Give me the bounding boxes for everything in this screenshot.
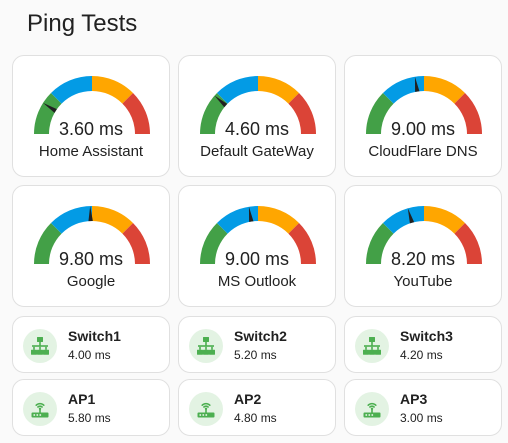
entity-card-switch1[interactable]: Switch1 4.00 ms xyxy=(12,316,170,373)
access-point-icon[interactable] xyxy=(189,392,223,426)
gauge-card-cloudflare-dns[interactable]: 9.00 ms CloudFlare DNS xyxy=(344,55,502,177)
gauge-value: 9.80 ms xyxy=(58,249,124,269)
entity-value: 4.00 ms xyxy=(68,348,111,362)
gauge-name: YouTube xyxy=(393,273,453,290)
entity-name: AP1 xyxy=(68,391,96,407)
entity-value: 4.80 ms xyxy=(234,411,277,425)
gauge-value: 9.00 ms xyxy=(224,249,290,269)
entity-card-switch2[interactable]: Switch2 5.20 ms xyxy=(178,316,336,373)
gauge-card-ms-outlook[interactable]: 9.00 ms MS Outlook xyxy=(178,185,336,307)
gauge-name: CloudFlare DNS xyxy=(368,143,478,160)
entity-name: Switch3 xyxy=(400,328,453,344)
entity-value: 4.20 ms xyxy=(400,348,443,362)
entity-value: 3.00 ms xyxy=(400,411,443,425)
entity-name: AP2 xyxy=(234,391,262,407)
page-title: Ping Tests xyxy=(27,10,138,37)
gauge-name: Home Assistant xyxy=(38,143,144,160)
entity-value: 5.20 ms xyxy=(234,348,277,362)
gauge-name: MS Outlook xyxy=(217,273,297,290)
access-point-icon[interactable] xyxy=(355,392,389,426)
gauge-value: 3.60 ms xyxy=(58,119,124,139)
switch-network-icon[interactable] xyxy=(189,329,223,363)
gauge-card-google[interactable]: 9.80 ms Google xyxy=(12,185,170,307)
gauge-value: 9.00 ms xyxy=(390,119,456,139)
entity-name: Switch1 xyxy=(68,328,121,344)
gauge-value: 8.20 ms xyxy=(390,249,456,269)
switch-network-icon[interactable] xyxy=(23,329,57,363)
gauge-card-youtube[interactable]: 8.20 ms YouTube xyxy=(344,185,502,307)
gauge-value: 4.60 ms xyxy=(224,119,290,139)
entity-name: Switch2 xyxy=(234,328,287,344)
entity-card-switch3[interactable]: Switch3 4.20 ms xyxy=(344,316,502,373)
gauge-name: Google xyxy=(66,273,116,290)
gauge-card-default-gateway[interactable]: 4.60 ms Default GateWay xyxy=(178,55,336,177)
entity-name: AP3 xyxy=(400,391,428,407)
gauge-name: Default GateWay xyxy=(200,143,314,160)
gauge-card-home-assistant[interactable]: 3.60 ms Home Assistant xyxy=(12,55,170,177)
access-point-icon[interactable] xyxy=(23,392,57,426)
entity-value: 5.80 ms xyxy=(68,411,111,425)
entity-card-ap1[interactable]: AP1 5.80 ms xyxy=(12,379,170,436)
entity-card-ap3[interactable]: AP3 3.00 ms xyxy=(344,379,502,436)
entity-card-ap2[interactable]: AP2 4.80 ms xyxy=(178,379,336,436)
switch-network-icon[interactable] xyxy=(355,329,389,363)
